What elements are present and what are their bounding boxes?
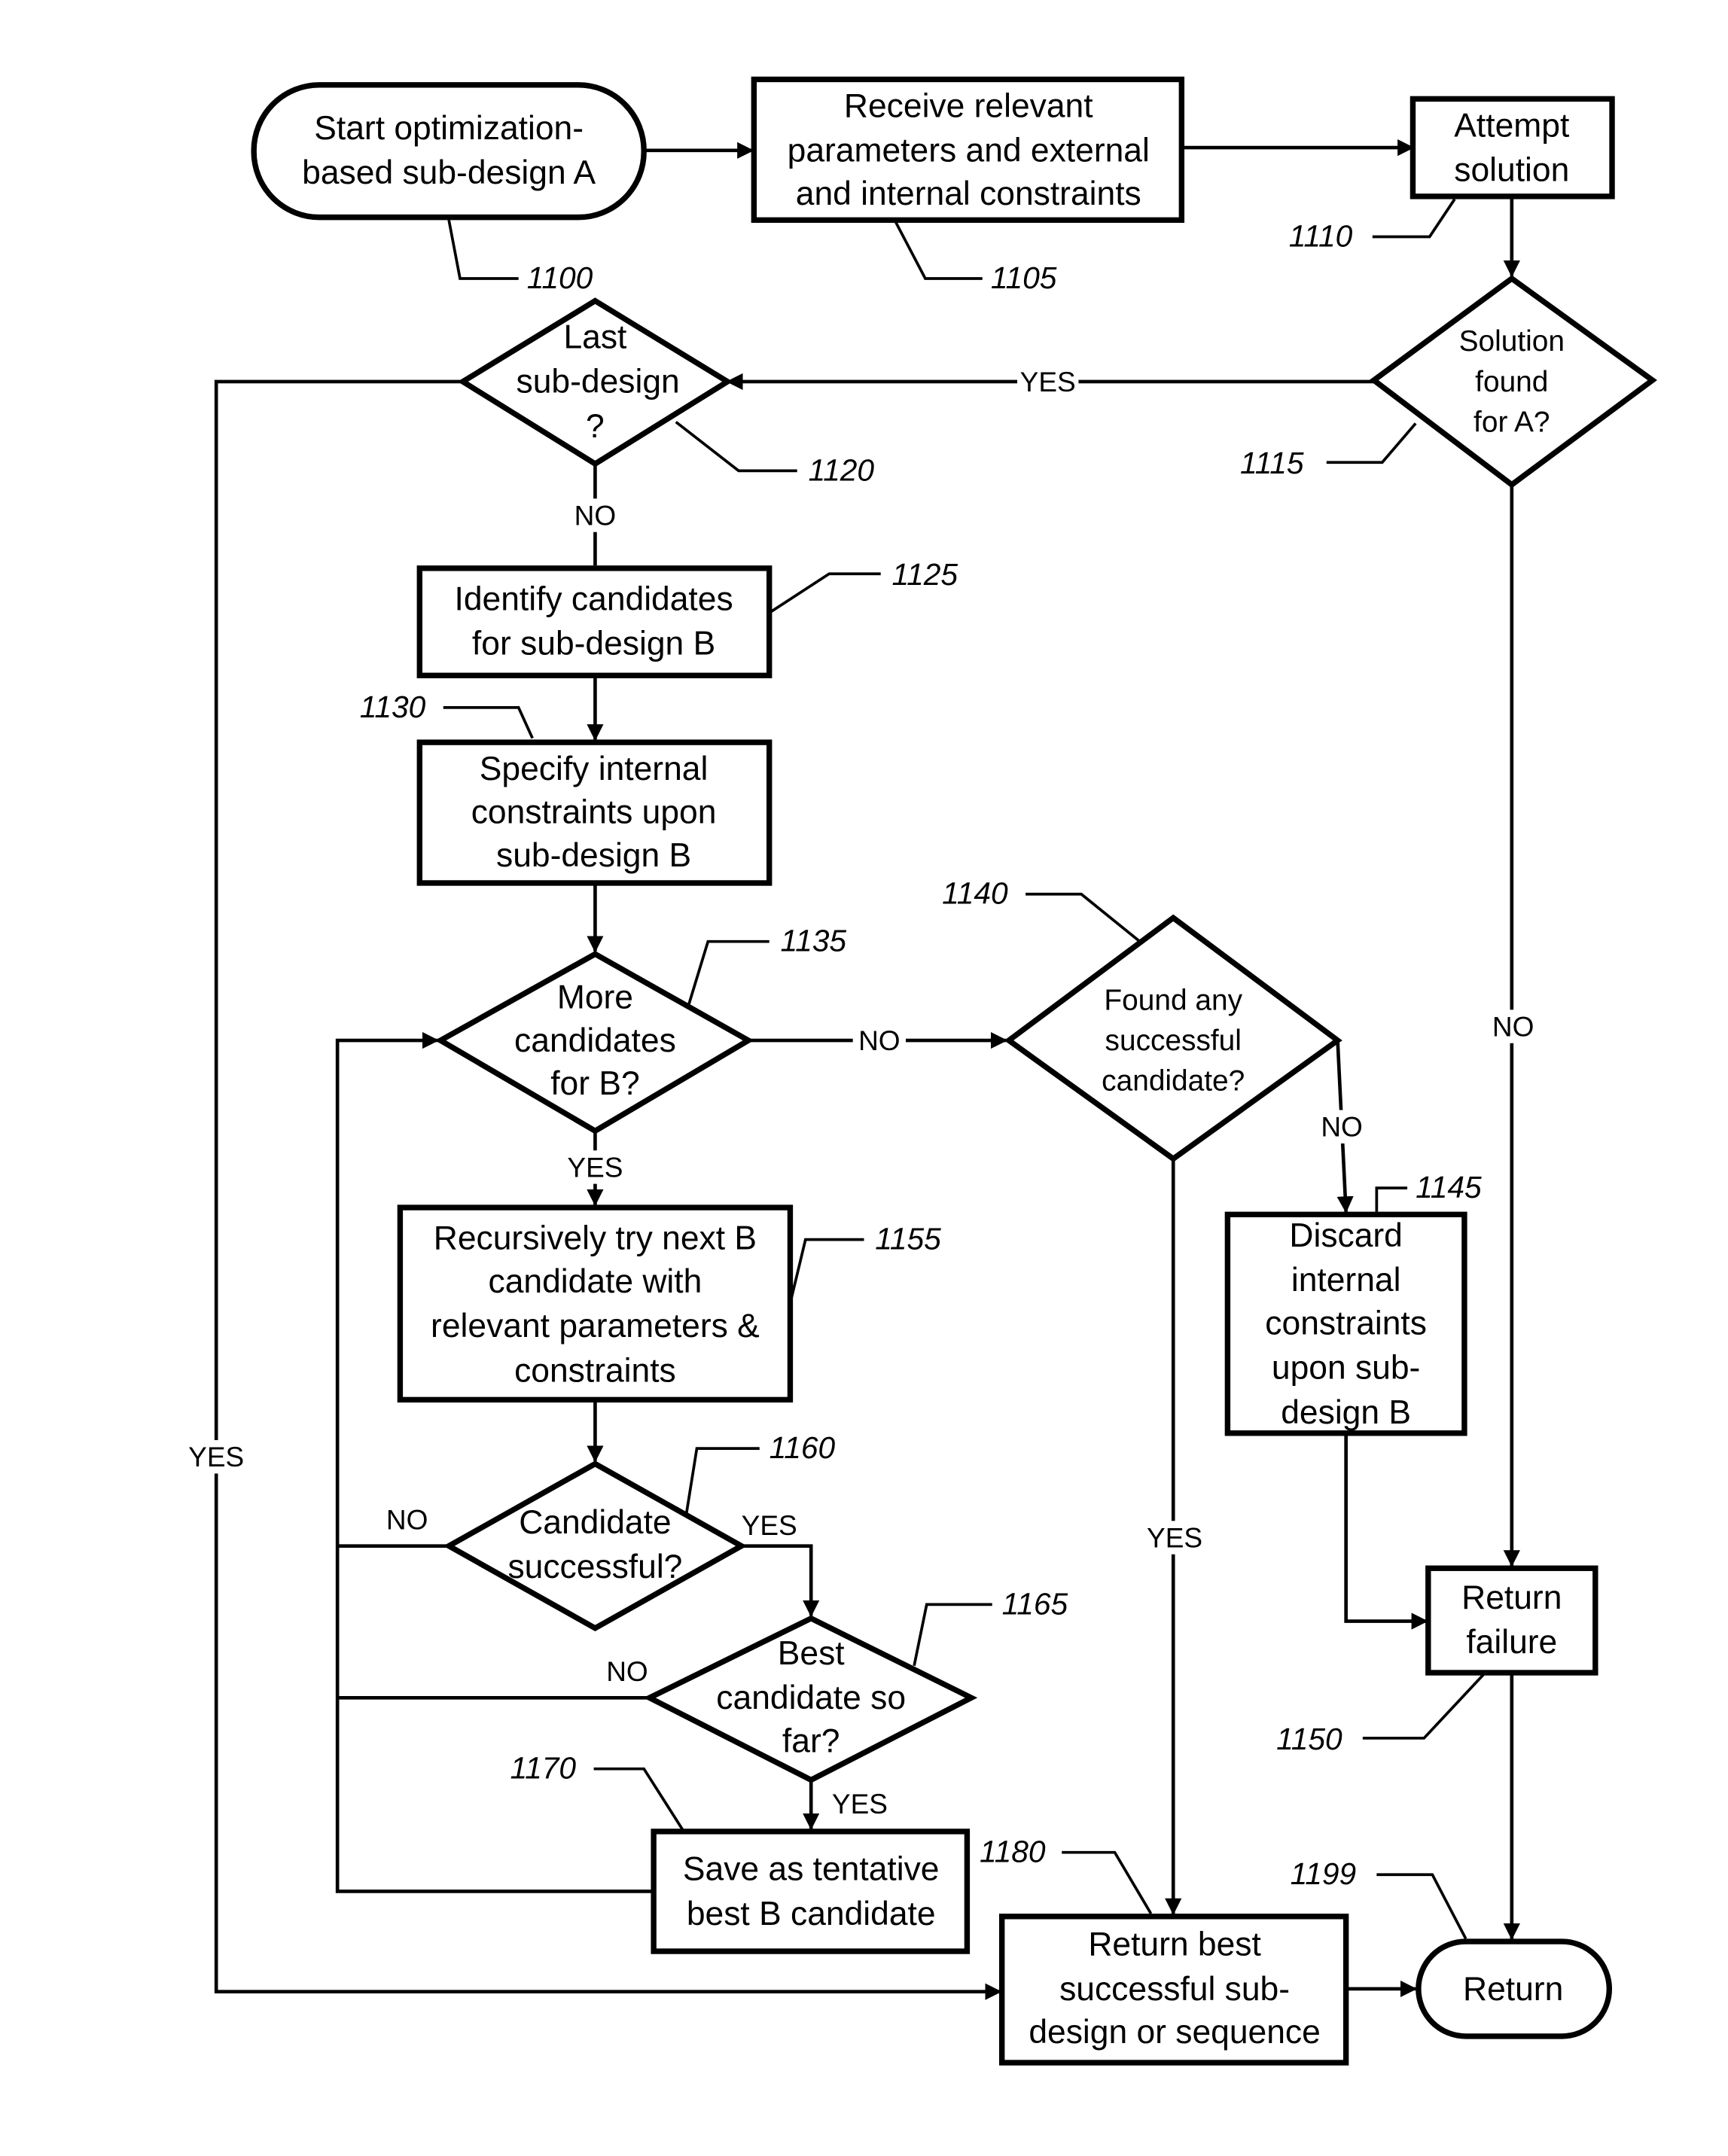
- svg-text:candidate with: candidate with: [489, 1263, 702, 1300]
- ref-1110: 1110: [1289, 218, 1353, 253]
- svg-text:Receive relevant: Receive relevant: [844, 87, 1093, 124]
- svg-text:for B?: for B?: [550, 1065, 639, 1102]
- svg-text:successful?: successful?: [507, 1548, 682, 1585]
- svg-text:failure: failure: [1466, 1624, 1557, 1661]
- svg-text:based sub-design A: based sub-design A: [302, 154, 596, 191]
- ref-1135: 1135: [780, 924, 846, 958]
- svg-text:Last: Last: [563, 319, 627, 356]
- ref-1120: 1120: [808, 452, 874, 487]
- label-no-1140: NO: [1321, 1112, 1363, 1143]
- svg-text:for A?: for A?: [1474, 407, 1550, 439]
- svg-text:design B: design B: [1281, 1394, 1411, 1431]
- svg-text:constraints: constraints: [514, 1352, 676, 1389]
- svg-text:Best: Best: [778, 1635, 845, 1672]
- svg-text:constraints: constraints: [1265, 1305, 1427, 1341]
- label-no-1165: NO: [606, 1656, 648, 1687]
- node-1135-more-candidates: More candidates for B?: [434, 951, 754, 1134]
- ref-1165: 1165: [1002, 1586, 1068, 1621]
- svg-text:Attempt: Attempt: [1454, 107, 1570, 144]
- ref-1145: 1145: [1416, 1170, 1482, 1204]
- node-1130-specify-constraints: Specify internal constraints upon sub-de…: [416, 739, 773, 886]
- ref-1130: 1130: [360, 690, 426, 724]
- svg-text:Return: Return: [1463, 1971, 1563, 2008]
- svg-text:for sub-design B: for sub-design B: [472, 626, 715, 662]
- svg-text:constraints upon: constraints upon: [471, 793, 717, 830]
- edge-1160-1165-yes: [741, 1544, 820, 1617]
- svg-text:Candidate: Candidate: [519, 1504, 671, 1541]
- svg-text:?: ?: [586, 408, 605, 445]
- label-yes-1120: YES: [188, 1442, 244, 1472]
- leader-1100: [447, 219, 519, 280]
- ref-1155: 1155: [875, 1222, 941, 1256]
- ref-1115: 1115: [1240, 446, 1304, 480]
- label-no-1115: NO: [1492, 1011, 1534, 1042]
- svg-text:solution: solution: [1454, 152, 1569, 189]
- node-1145-discard-constraints: Discard internal constraints upon sub- d…: [1224, 1211, 1467, 1436]
- label-yes-1140: YES: [1147, 1522, 1202, 1553]
- node-1155-recursively-try: Recursively try next B candidate with re…: [397, 1204, 794, 1403]
- svg-text:far?: far?: [782, 1722, 840, 1759]
- svg-text:Discard: Discard: [1289, 1217, 1402, 1254]
- node-1180-return-best: Return best successful sub- design or se…: [998, 1914, 1349, 2066]
- ref-1125: 1125: [892, 557, 958, 592]
- node-1140-found-successful: Found any successful candidate?: [1004, 914, 1342, 1162]
- svg-text:Save as tentative: Save as tentative: [683, 1851, 940, 1888]
- edge-labels: YES NO YES NO NO YES NO YES NO YES NO YE…: [187, 364, 1541, 1820]
- svg-text:Solution: Solution: [1459, 325, 1565, 358]
- label-no-1135: NO: [858, 1025, 901, 1056]
- svg-text:successful: successful: [1105, 1025, 1242, 1057]
- svg-text:candidate?: candidate?: [1102, 1065, 1245, 1098]
- label-yes-1165: YES: [832, 1789, 888, 1820]
- svg-text:Return: Return: [1461, 1579, 1562, 1616]
- ref-1199: 1199: [1291, 1856, 1357, 1891]
- ref-1150: 1150: [1276, 1722, 1342, 1756]
- label-yes-1160: YES: [742, 1510, 797, 1541]
- svg-text:found: found: [1475, 366, 1548, 398]
- ref-1170: 1170: [510, 1751, 577, 1786]
- label-yes-1115: YES: [1020, 367, 1076, 397]
- label-yes-1135: YES: [567, 1152, 623, 1183]
- svg-text:Specify internal: Specify internal: [480, 751, 709, 787]
- label-no-1160: NO: [386, 1504, 428, 1535]
- node-1160-candidate-successful: Candidate successful?: [443, 1460, 748, 1632]
- svg-text:candidates: candidates: [514, 1022, 676, 1059]
- node-1105-receive-parameters: Receive relevant parameters and external…: [751, 76, 1185, 224]
- svg-text:Return best: Return best: [1088, 1926, 1261, 1963]
- node-1100-start: Start optimization- based sub-design A: [251, 82, 647, 221]
- node-1115-solution-found: Solution found for A?: [1369, 275, 1657, 489]
- node-1170-save-tentative: Save as tentative best B candidate: [651, 1829, 971, 1954]
- svg-text:Recursively try next B: Recursively try next B: [434, 1220, 757, 1257]
- svg-text:successful sub-: successful sub-: [1059, 1971, 1290, 2008]
- node-1125-identify-candidates: Identify candidates for sub-design B: [416, 565, 773, 679]
- svg-text:and internal constraints: and internal constraints: [796, 175, 1141, 212]
- svg-text:More: More: [557, 979, 633, 1016]
- node-1110-attempt-solution: Attempt solution: [1410, 96, 1615, 199]
- svg-text:relevant parameters &: relevant parameters &: [431, 1308, 760, 1344]
- node-1199-return: Return: [1416, 1938, 1613, 2039]
- svg-text:sub-design B: sub-design B: [496, 837, 691, 874]
- edge-1145-1150: [1344, 1434, 1428, 1630]
- svg-text:upon sub-: upon sub-: [1272, 1350, 1420, 1387]
- svg-text:internal: internal: [1291, 1262, 1401, 1299]
- svg-text:Found any: Found any: [1104, 984, 1242, 1016]
- node-1165-best-so-far: Best candidate so far?: [643, 1615, 978, 1783]
- ref-1180: 1180: [980, 1835, 1046, 1869]
- node-1150-return-failure: Return failure: [1425, 1565, 1598, 1676]
- flowchart: YES NO YES NO NO YES NO YES NO YES NO YE…: [187, 76, 1657, 2066]
- ref-1100: 1100: [527, 260, 593, 295]
- ref-1105: 1105: [991, 260, 1057, 295]
- svg-text:sub-design: sub-design: [517, 364, 680, 400]
- svg-text:Identify candidates: Identify candidates: [454, 580, 733, 617]
- svg-text:parameters and external: parameters and external: [788, 132, 1150, 169]
- svg-text:Start optimization-: Start optimization-: [314, 110, 584, 147]
- node-1120-last-sub-design: Last sub-design ?: [457, 297, 733, 467]
- svg-text:best B candidate: best B candidate: [687, 1896, 936, 1932]
- ref-1140: 1140: [942, 876, 1008, 911]
- ref-1160: 1160: [770, 1430, 836, 1465]
- label-no-1120: NO: [574, 500, 617, 531]
- svg-text:design or sequence: design or sequence: [1029, 2014, 1320, 2051]
- svg-text:candidate so: candidate so: [716, 1679, 906, 1716]
